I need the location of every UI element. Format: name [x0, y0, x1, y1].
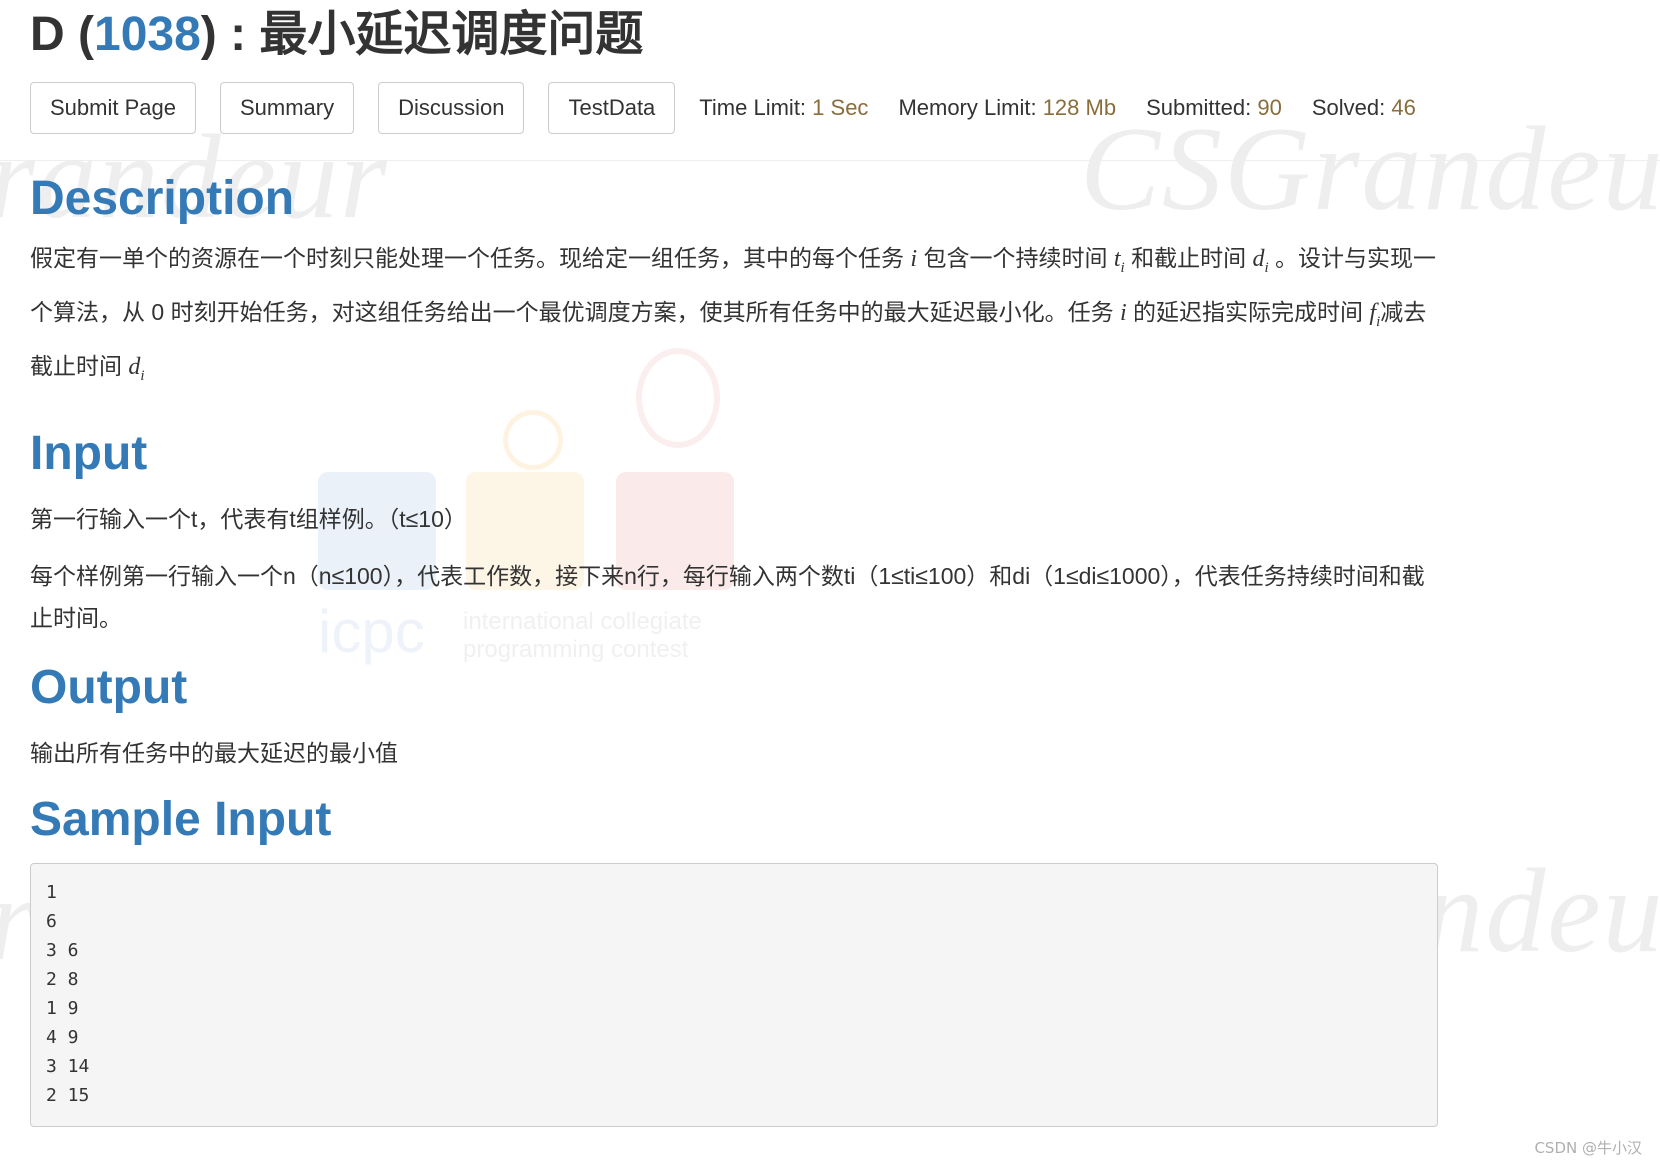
output-text: 输出所有任务中的最大延迟的最小值 [30, 740, 398, 767]
problem-limits: Time Limit: 1 Sec Memory Limit: 128 Mb S… [699, 95, 1446, 121]
testdata-button[interactable]: TestData [548, 82, 676, 134]
memory-limit: Memory Limit: 128 Mb [898, 95, 1117, 120]
page: randeur CSGrandeur randeur CSGrandeur ic… [0, 0, 1660, 1170]
math-var: di [128, 353, 145, 384]
submit-page-button[interactable]: Submit Page [30, 82, 196, 134]
problem-id-link[interactable]: 1038 [94, 8, 201, 61]
submitted-count: Submitted: 90 [1146, 95, 1282, 120]
input-text-line: 第一行输入一个t，代表有t组样例。（t≤10） [30, 506, 467, 533]
problem-toolbar: Submit Page Summary Discussion TestData … [30, 82, 1438, 134]
description-heading: Description [30, 172, 295, 225]
math-var: i [910, 246, 918, 272]
discussion-button[interactable]: Discussion [378, 82, 525, 134]
page-title: D (1038) : 最小延迟调度问题 [30, 8, 644, 61]
solved-value: 46 [1391, 95, 1416, 120]
time-limit-value: 1 Sec [812, 95, 869, 120]
math-var: fi [1369, 299, 1381, 330]
problem-title: 最小延迟调度问题 [259, 8, 644, 61]
input-heading: Input [30, 427, 148, 481]
credit-watermark: CSDN @牛小汉 [1534, 1139, 1642, 1157]
math-var: di [1252, 246, 1269, 276]
problem-letter: D [30, 8, 65, 61]
output-heading: Output [30, 661, 188, 715]
solved-count: Solved: 46 [1311, 95, 1416, 120]
description-text: 假定有一单个的资源在一个时刻只能处理一个任务。现给定一组任务，其中的每个任务 i… [30, 245, 1437, 384]
input-text-line: 每个样例第一行输入一个n（n≤100），代表工作数，接下来n行，每行输入两个数t… [30, 563, 1425, 632]
memory-limit-value: 128 Mb [1042, 95, 1117, 120]
math-var: i [1119, 299, 1127, 326]
sample-input-heading: Sample Input [30, 793, 332, 847]
sample-input-block[interactable]: 1 6 3 6 2 8 1 9 4 9 3 14 2 15 [30, 863, 1438, 1128]
problem-content: D (1038) : 最小延迟调度问题 Submit Page Summary … [30, 0, 1438, 1128]
time-limit: Time Limit: 1 Sec [699, 95, 869, 120]
math-var: ti [1113, 246, 1125, 276]
summary-button[interactable]: Summary [219, 82, 355, 134]
submitted-value: 90 [1257, 95, 1282, 120]
